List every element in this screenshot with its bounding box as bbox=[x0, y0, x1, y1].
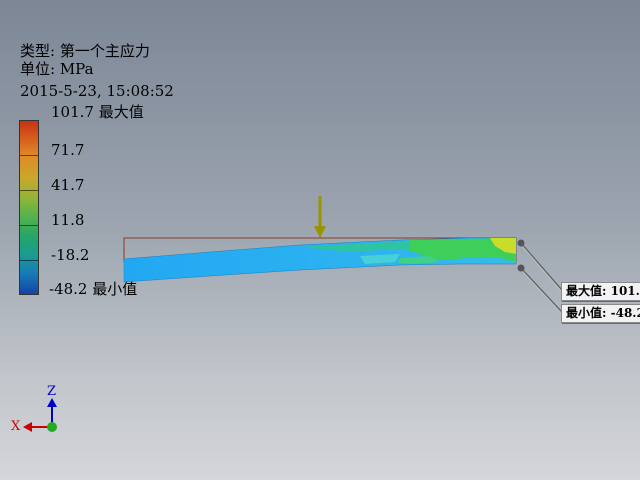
min-probe-marker[interactable] bbox=[517, 264, 563, 316]
triad-origin bbox=[47, 422, 57, 432]
max-probe-marker[interactable] bbox=[517, 239, 563, 294]
z-axis-label: Z bbox=[47, 384, 57, 399]
x-axis-label: X bbox=[11, 419, 21, 434]
model-viewport[interactable] bbox=[0, 0, 640, 480]
max-value-callout[interactable]: 最大值: 101.7 MPa bbox=[561, 282, 640, 301]
coordinate-triad bbox=[23, 398, 57, 432]
z-axis-arrowhead bbox=[47, 398, 57, 407]
min-value-callout[interactable]: 最小值: -48.2 MPa bbox=[561, 304, 640, 323]
load-arrow[interactable] bbox=[314, 196, 326, 238]
x-axis-arrowhead bbox=[23, 422, 32, 432]
beam-model[interactable] bbox=[123, 237, 517, 283]
